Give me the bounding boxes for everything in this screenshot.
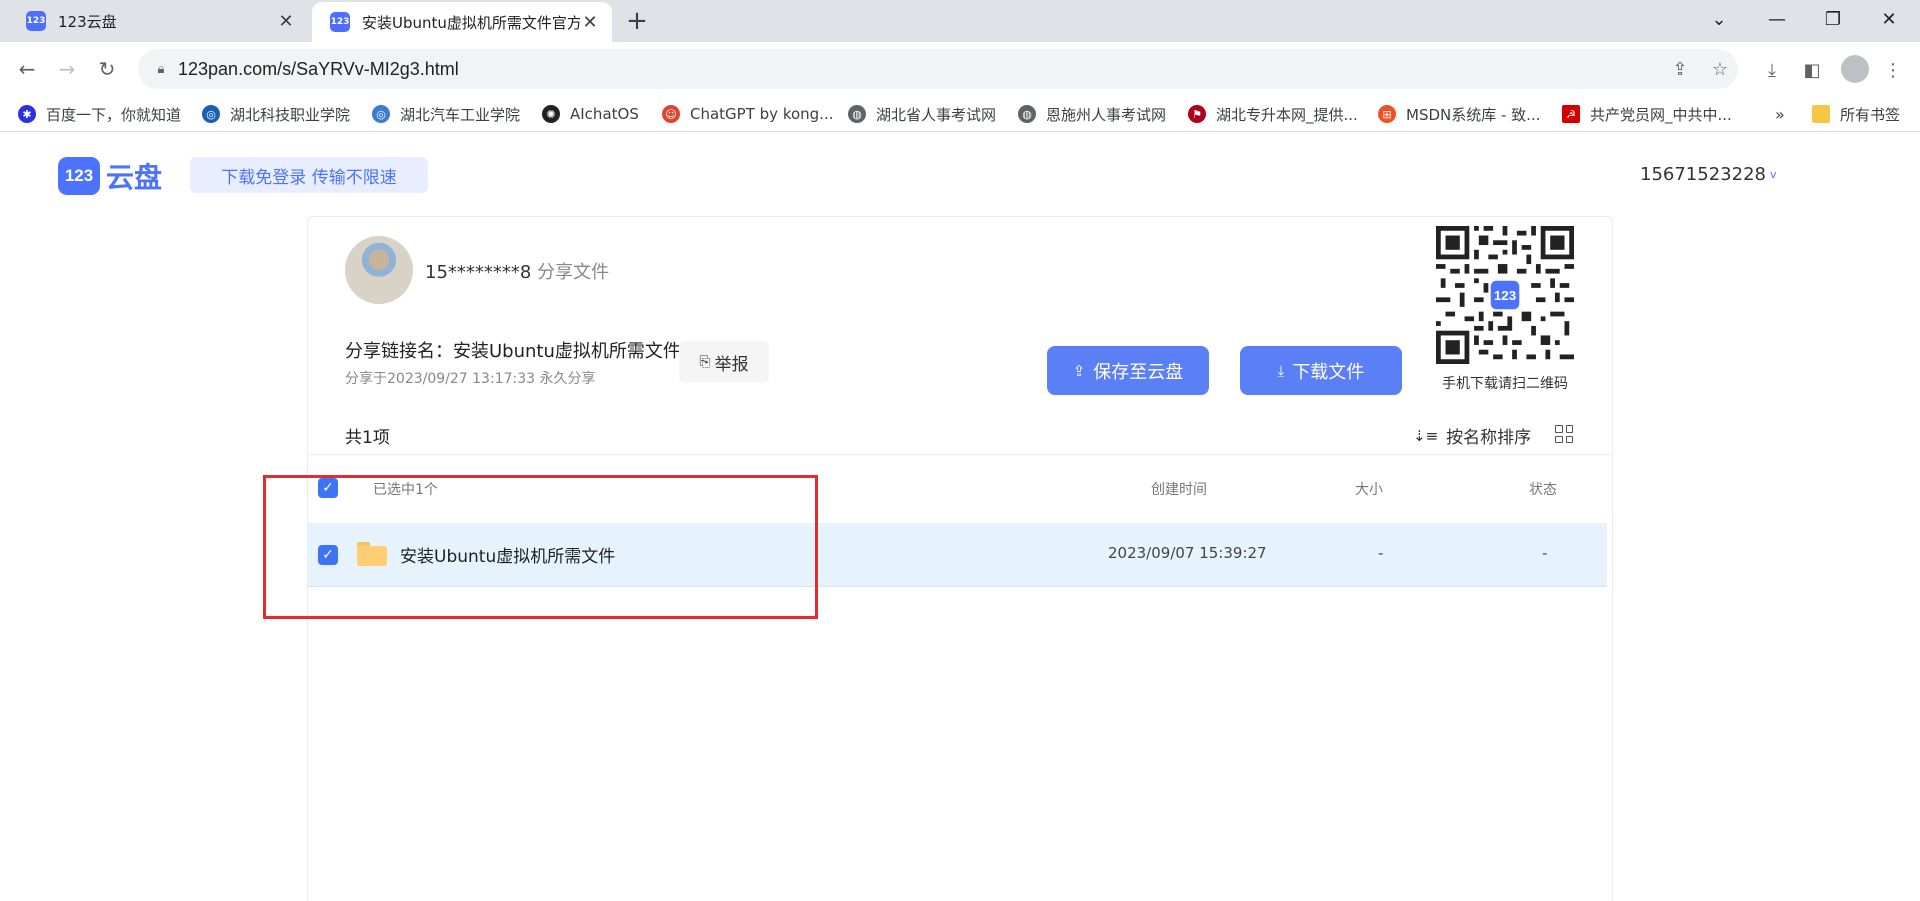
globe-icon: ◍	[1018, 105, 1036, 123]
paw-icon: ✱	[18, 105, 36, 123]
back-icon[interactable]: ←	[12, 54, 42, 84]
sharer-avatar	[345, 236, 413, 304]
sort-by-name-button[interactable]: ⇣≡ 按名称排序	[1413, 423, 1531, 449]
file-created: 2023/09/07 15:39:27	[1108, 544, 1267, 562]
site-logo[interactable]: 123 云盘	[58, 156, 162, 196]
download-file-button[interactable]: ⤓ 下载文件	[1240, 346, 1402, 395]
logo-mark: 123	[58, 157, 100, 195]
bookmark-item[interactable]: ✱ 百度一下，你就知道	[18, 104, 181, 124]
forward-icon[interactable]: →	[52, 54, 82, 84]
globe-icon: ◍	[848, 105, 866, 123]
close-icon[interactable]: ✕	[276, 11, 296, 32]
school-icon: ◎	[372, 105, 390, 123]
bookmark-item[interactable]: ✺ AIchatOS	[542, 104, 639, 124]
chevron-down-icon[interactable]: ⌄	[1694, 0, 1744, 38]
all-bookmarks-button[interactable]: 所有书签	[1812, 104, 1900, 124]
share-link-name: 分享链接名：安装Ubuntu虚拟机所需文件	[345, 341, 681, 362]
share-meta: 分享于2023/09/27 13:17:33 永久分享	[345, 371, 596, 387]
bookmark-item[interactable]: ⊞ MSDN系统库 - 致...	[1378, 104, 1541, 124]
bookmark-item[interactable]: ◎ 湖北汽车工业学院	[372, 104, 520, 124]
logo-text: 云盘	[106, 161, 163, 194]
address-bar[interactable]: 🔒︎ 123pan.com/s/SaYRVv-MI2g3.html ⇪ ☆	[138, 49, 1738, 89]
column-size[interactable]: 大小	[1355, 479, 1383, 499]
column-status: 状态	[1529, 482, 1557, 498]
minimize-icon[interactable]: —	[1752, 0, 1802, 38]
openai-icon: ✺	[542, 105, 560, 123]
qr-caption: 手机下载请扫二维码	[1442, 376, 1568, 392]
bookmarks-bar: ✱ 百度一下，你就知道 ◎ 湖北科技职业学院 ◎ 湖北汽车工业学院 ✺ AIch…	[0, 96, 1920, 132]
window-close-icon[interactable]: ✕	[1864, 0, 1914, 38]
tab-title: 123云盘	[58, 12, 117, 31]
share-icon[interactable]: ⇪	[1668, 57, 1692, 81]
qr-badge: 123	[1494, 288, 1516, 303]
menu-icon[interactable]: ⋮	[1880, 57, 1906, 83]
party-icon: ☭	[1562, 105, 1580, 123]
user-id: 15671523228	[1640, 164, 1766, 185]
folder-icon	[1812, 105, 1830, 123]
sort-icon: ⇣≡	[1413, 426, 1439, 445]
report-button[interactable]: ⎘ 举报	[679, 341, 769, 383]
promo-banner[interactable]: 下载免登录 传输不限速	[190, 157, 428, 193]
new-tab-icon[interactable]: +	[622, 6, 652, 36]
column-created[interactable]: 创建时间	[1151, 479, 1207, 499]
restore-icon[interactable]: ❐	[1808, 0, 1858, 38]
star-icon[interactable]: ☆	[1708, 57, 1732, 81]
download-icon: ⤓	[1277, 361, 1285, 380]
upload-icon: ⇪	[1072, 361, 1086, 380]
bookmarks-overflow-button[interactable]: »	[1775, 104, 1785, 124]
divider	[307, 454, 1613, 455]
file-status: -	[1542, 544, 1548, 562]
user-account-menu[interactable]: 15671523228 v	[1640, 164, 1777, 185]
tab-title: 安装Ubuntu虚拟机所需文件官方	[362, 13, 580, 32]
grid-view-icon[interactable]	[1555, 425, 1573, 443]
report-icon: ⎘	[699, 354, 711, 370]
close-icon[interactable]: ✕	[580, 12, 600, 33]
highlight-annotation	[263, 475, 818, 619]
browser-tab[interactable]: 123 123云盘 ✕	[8, 0, 308, 42]
browser-tab-active[interactable]: 123 安装Ubuntu虚拟机所需文件官方 ✕	[312, 2, 612, 42]
favicon-icon: 123	[26, 11, 46, 31]
qr-code: 123	[1436, 226, 1574, 364]
sharer-name: 15********8 分享文件	[425, 262, 610, 283]
bookmark-item[interactable]: ☺ ChatGPT by kong...	[662, 104, 833, 124]
browser-toolbar: ← → ↻ 🔒︎ 123pan.com/s/SaYRVv-MI2g3.html …	[0, 42, 1920, 96]
bookmark-item[interactable]: ◍ 湖北省人事考试网	[848, 104, 996, 124]
character-icon: ☺	[662, 105, 680, 123]
bookmark-item[interactable]: ☭ 共产党员网_中共中...	[1562, 104, 1732, 124]
file-size: -	[1378, 544, 1384, 562]
side-panel-icon[interactable]: ◧	[1799, 57, 1825, 83]
download-icon[interactable]: ⤓	[1759, 57, 1785, 83]
item-count: 共1项	[345, 428, 390, 448]
windows-icon: ⊞	[1378, 105, 1396, 123]
bookmark-item[interactable]: ⚑ 湖北专升本网_提供...	[1188, 104, 1358, 124]
url-text[interactable]: 123pan.com/s/SaYRVv-MI2g3.html	[178, 59, 459, 80]
lock-icon: 🔒︎	[157, 61, 165, 77]
profile-avatar[interactable]	[1841, 55, 1869, 83]
favicon-icon: 123	[330, 12, 350, 32]
chevron-down-icon: v	[1769, 168, 1777, 181]
bookmark-item[interactable]: ◎ 湖北科技职业学院	[202, 104, 350, 124]
school-icon: ◎	[202, 105, 220, 123]
browser-tab-bar: 123 123云盘 ✕ 123 安装Ubuntu虚拟机所需文件官方 ✕ + ⌄ …	[0, 0, 1920, 42]
save-to-cloud-button[interactable]: ⇪ 保存至云盘	[1047, 346, 1209, 395]
flag-icon: ⚑	[1188, 105, 1206, 123]
bookmark-item[interactable]: ◍ 恩施州人事考试网	[1018, 104, 1166, 124]
reload-icon[interactable]: ↻	[92, 54, 122, 84]
